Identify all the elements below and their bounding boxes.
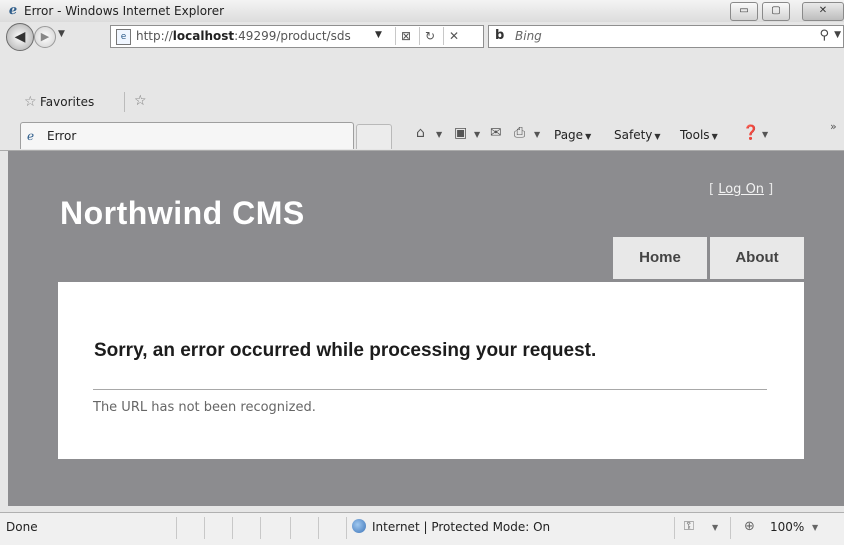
page-menu[interactable]: Page ▼ <box>554 128 591 142</box>
browser-window: ℯ Error - Windows Internet Explorer ▭ ▢ … <box>0 0 844 545</box>
status-divider <box>176 517 177 539</box>
feeds-icon[interactable]: ▣ <box>454 125 467 141</box>
favorites-button[interactable]: Favorites <box>40 95 94 109</box>
status-bar: Done Internet | Protected Mode: On ⚿ ▼ ⊕… <box>0 512 844 545</box>
recent-pages-dropdown-icon[interactable]: ▼ <box>58 29 65 39</box>
print-dropdown-icon[interactable]: ▼ <box>534 130 540 139</box>
search-input[interactable]: Bing <box>515 29 542 43</box>
site-title: Northwind CMS <box>60 195 305 231</box>
safety-menu[interactable]: Safety ▼ <box>614 128 661 142</box>
stop-icon[interactable]: ✕ <box>443 27 464 45</box>
favorites-divider <box>124 92 125 112</box>
help-dropdown-icon[interactable]: ▼ <box>762 130 768 139</box>
title-bar: ℯ Error - Windows Internet Explorer ▭ ▢ … <box>0 0 844 22</box>
maximize-button[interactable]: ▢ <box>762 2 790 21</box>
tab-page-icon: ℯ <box>27 129 35 143</box>
address-box[interactable]: e http://localhost:49299/product/sds ▼ ⊠… <box>110 25 484 48</box>
forward-button[interactable]: ▶ <box>34 26 56 48</box>
tools-menu[interactable]: Tools ▼ <box>680 128 718 142</box>
bing-icon: b <box>495 28 505 43</box>
search-icon[interactable]: ⚲ <box>819 28 829 43</box>
page-content: [ Log On ] Northwind CMS Home About Sorr… <box>8 151 844 506</box>
page-icon: e <box>116 29 131 45</box>
error-heading: Sorry, an error occurred while processin… <box>94 340 597 361</box>
refresh-icon[interactable]: ↻ <box>419 27 440 45</box>
print-icon[interactable]: ⎙ <box>514 125 525 141</box>
search-dropdown-icon[interactable]: ▼ <box>834 30 841 40</box>
ie-logo-icon: ℯ <box>8 3 18 18</box>
protected-mode-dropdown-icon[interactable]: ▼ <box>712 523 718 532</box>
back-button[interactable]: ◀ <box>6 23 34 51</box>
status-divider <box>290 517 291 539</box>
status-text: Done <box>6 520 38 534</box>
internet-zone-icon <box>352 519 366 533</box>
menu-item-about[interactable]: About <box>710 237 804 279</box>
status-divider <box>232 517 233 539</box>
login-display: [ Log On ] <box>709 182 774 197</box>
error-message: The URL has not been recognized. <box>93 400 316 415</box>
home-icon[interactable]: ⌂ <box>416 125 425 141</box>
chevron-more-icon[interactable]: » <box>830 120 837 133</box>
address-url[interactable]: http://localhost:49299/product/sds <box>136 29 351 43</box>
zoom-icon[interactable]: ⊕ <box>744 519 755 534</box>
navigation-bar: ◀ ▶ ▼ e http://localhost:49299/product/s… <box>0 22 844 52</box>
add-to-favorites-icon[interactable]: ☆ <box>134 93 147 109</box>
favorites-star-icon: ☆ <box>24 94 37 110</box>
protected-mode-icon[interactable]: ⚿ <box>684 519 694 534</box>
log-on-link[interactable]: Log On <box>718 182 764 197</box>
zoom-level[interactable]: 100% <box>770 520 804 534</box>
menu-item-home[interactable]: Home <box>613 237 707 279</box>
security-zone[interactable]: Internet | Protected Mode: On <box>372 520 550 534</box>
status-divider <box>204 517 205 539</box>
compatibility-view-icon[interactable]: ⊠ <box>395 27 416 45</box>
status-divider <box>318 517 319 539</box>
tab-row: ℯ Error ⌂ ▼ ▣ ▼ ✉ ⎙ ▼ Page ▼ Safety ▼ Tool… <box>0 116 844 151</box>
help-icon[interactable]: ❓ <box>742 125 759 141</box>
status-divider <box>730 517 731 539</box>
status-divider <box>260 517 261 539</box>
search-box[interactable]: b Bing ⚲ ▼ <box>488 25 844 48</box>
favorites-bar: ☆ Favorites ☆ <box>0 86 844 116</box>
main-panel: Sorry, an error occurred while processin… <box>58 282 804 459</box>
tab-error[interactable]: ℯ Error <box>20 122 354 149</box>
read-mail-icon[interactable]: ✉ <box>490 125 502 141</box>
zoom-dropdown-icon[interactable]: ▼ <box>812 523 818 532</box>
close-button[interactable]: ✕ <box>802 2 844 21</box>
tab-label: Error <box>47 129 77 143</box>
home-dropdown-icon[interactable]: ▼ <box>436 130 442 139</box>
status-divider <box>346 517 347 539</box>
status-divider <box>674 517 675 539</box>
divider <box>93 389 767 390</box>
window-title: Error - Windows Internet Explorer <box>24 4 225 18</box>
feeds-dropdown-icon[interactable]: ▼ <box>474 130 480 139</box>
new-tab-button[interactable] <box>356 124 392 149</box>
address-dropdown-icon[interactable]: ▼ <box>375 30 382 40</box>
minimize-button[interactable]: ▭ <box>730 2 758 21</box>
